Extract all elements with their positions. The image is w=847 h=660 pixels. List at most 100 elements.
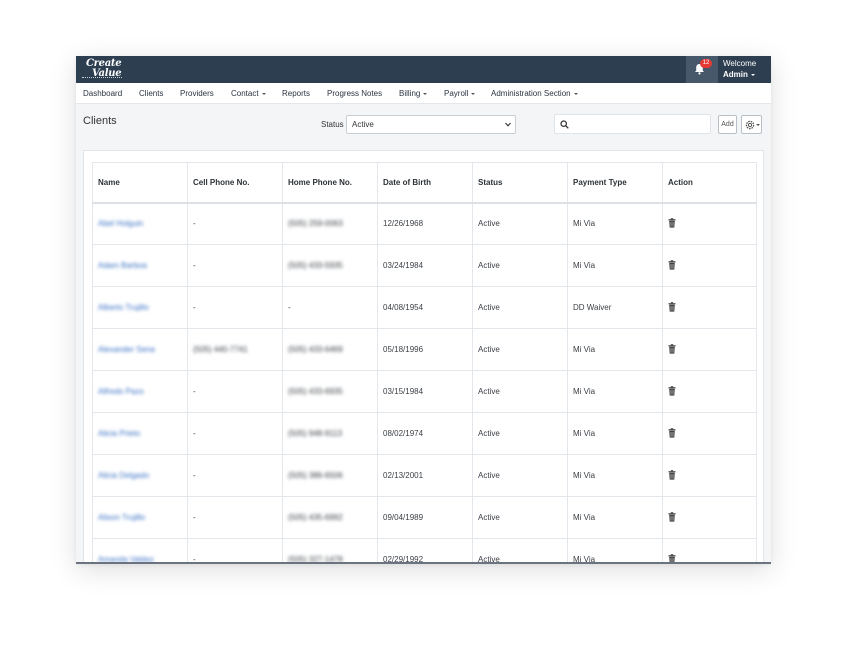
action-cell bbox=[662, 496, 757, 539]
status-cell: Active bbox=[472, 454, 568, 497]
search-input[interactable] bbox=[554, 114, 711, 134]
table-row: Alfredo Pazo - (505) 433-6935 03/15/1984 Act… bbox=[92, 370, 757, 413]
add-client-button[interactable]: Add bbox=[718, 115, 737, 134]
gear-icon bbox=[745, 120, 755, 130]
home-phone-cell: (505) 433-5935 bbox=[282, 244, 378, 287]
home-phone-cell: (505) 435-6992 bbox=[282, 496, 378, 539]
window-bottom-edge bbox=[76, 562, 771, 564]
trash-icon[interactable] bbox=[668, 301, 676, 314]
cell-phone-cell: - bbox=[187, 244, 283, 287]
chevron-down-icon bbox=[505, 122, 511, 127]
table-row: Alicia Prieto - (505) 948-9113 08/02/1974 Ac… bbox=[92, 412, 757, 455]
page-title: Clients bbox=[83, 115, 117, 127]
clients-table-card: Name Cell Phone No. Home Phone No. Date … bbox=[83, 150, 764, 564]
home-phone-cell: (505) 259-0063 bbox=[282, 202, 378, 245]
column-header-date-of-birth[interactable]: Date of Birth bbox=[377, 162, 473, 204]
status-cell: Active bbox=[472, 370, 568, 413]
chevron-down-icon bbox=[573, 93, 578, 95]
user-name-text: Admin bbox=[723, 70, 748, 79]
table-row: Alberto Trujillo - -04/08/1954 Active DD Wai… bbox=[92, 286, 757, 329]
client-name-link[interactable]: Alberto Trujillo bbox=[92, 286, 188, 329]
nav-contact-label: Contact bbox=[231, 89, 259, 98]
column-header-payment-type[interactable]: Payment Type bbox=[567, 162, 663, 204]
client-name-link[interactable]: Alicia Delgado bbox=[92, 454, 188, 497]
chevron-down-icon bbox=[750, 74, 755, 76]
client-name-link[interactable]: Adam Barboa bbox=[92, 244, 188, 287]
trash-icon[interactable] bbox=[668, 259, 676, 272]
home-phone-cell: (505) 433-6469 bbox=[282, 328, 378, 371]
top-header: Create Value 12 Welcome Admin bbox=[76, 56, 771, 83]
nav-progress-notes[interactable]: Progress Notes bbox=[327, 89, 382, 98]
nav-reports[interactable]: Reports bbox=[282, 89, 310, 98]
trash-icon[interactable] bbox=[668, 385, 676, 398]
nav-contact[interactable]: Contact bbox=[231, 89, 266, 98]
status-cell: Active bbox=[472, 412, 568, 455]
nav-clients[interactable]: Clients bbox=[139, 89, 163, 98]
settings-menu-button[interactable] bbox=[741, 115, 762, 134]
brand-logo[interactable]: Create Value bbox=[82, 58, 128, 80]
client-name-link[interactable]: Abel Holguin bbox=[92, 202, 188, 245]
trash-icon[interactable] bbox=[668, 511, 676, 524]
status-cell: Active bbox=[472, 202, 568, 245]
notification-count-badge: 12 bbox=[700, 59, 712, 68]
notifications-button[interactable]: 12 bbox=[686, 56, 718, 83]
payment-type-cell: Mi Via bbox=[567, 496, 663, 539]
trash-icon[interactable] bbox=[668, 217, 676, 230]
search-icon bbox=[560, 120, 569, 129]
date-of-birth-cell: 02/13/2001 bbox=[377, 454, 473, 497]
chevron-down-icon bbox=[471, 93, 476, 95]
status-filter-select[interactable]: Active bbox=[346, 115, 516, 134]
action-cell bbox=[662, 454, 757, 497]
client-name-link[interactable]: Alexander Sena bbox=[92, 328, 188, 371]
nav-dashboard[interactable]: Dashboard bbox=[83, 89, 122, 98]
cell-phone-cell: - bbox=[187, 286, 283, 329]
date-of-birth-cell: 02/29/1992 bbox=[377, 538, 473, 564]
payment-type-cell: Mi Via bbox=[567, 412, 663, 455]
column-header-action: Action bbox=[662, 162, 757, 204]
client-name-link[interactable]: Alison Trujillo bbox=[92, 496, 188, 539]
payment-type-cell: Mi Via bbox=[567, 370, 663, 413]
home-phone-cell: (505) 948-9113 bbox=[282, 412, 378, 455]
client-name-link[interactable]: Amanda Valdez bbox=[92, 538, 188, 564]
action-cell bbox=[662, 370, 757, 413]
column-header-status[interactable]: Status bbox=[472, 162, 568, 204]
nav-reports-label: Reports bbox=[282, 89, 311, 98]
nav-progress-notes-label: Progress Notes bbox=[327, 89, 383, 98]
user-menu[interactable]: Welcome Admin bbox=[718, 56, 764, 83]
chevron-down-icon bbox=[756, 124, 760, 126]
status-filter-value: Active bbox=[352, 120, 374, 129]
nav-billing-label: Billing bbox=[399, 89, 421, 98]
home-phone-cell: (505) 433-6935 bbox=[282, 370, 378, 413]
trash-icon[interactable] bbox=[668, 427, 676, 440]
payment-type-cell: Mi Via bbox=[567, 538, 663, 564]
table-row: Alexander Sena (505) 440-7741 (505) 433-64… bbox=[92, 328, 757, 371]
nav-billing[interactable]: Billing bbox=[399, 89, 428, 98]
table-row: Alison Trujillo - (505) 435-6992 09/04/1989… bbox=[92, 496, 757, 539]
welcome-label: Welcome bbox=[723, 59, 757, 68]
status-filter-label: Status bbox=[321, 120, 344, 129]
nav-payroll[interactable]: Payroll bbox=[444, 89, 476, 98]
trash-icon[interactable] bbox=[668, 469, 676, 482]
status-cell: Active bbox=[472, 496, 568, 539]
action-cell bbox=[662, 244, 757, 287]
table-row: Abel Holguin - (505) 259-0063 12/26/1968 Act… bbox=[92, 202, 757, 245]
cell-phone-cell: - bbox=[187, 412, 283, 455]
trash-icon[interactable] bbox=[668, 343, 676, 356]
payment-type-cell: Mi Via bbox=[567, 244, 663, 287]
action-cell bbox=[662, 538, 757, 564]
nav-providers[interactable]: Providers bbox=[180, 89, 214, 98]
nav-administration-label: Administration Section bbox=[491, 89, 571, 98]
client-name-link[interactable]: Alfredo Pazo bbox=[92, 370, 188, 413]
client-name-link[interactable]: Alicia Prieto bbox=[92, 412, 188, 455]
status-cell: Active bbox=[472, 328, 568, 371]
app-window: Create Value 12 Welcome Admin Dashboard … bbox=[76, 56, 771, 564]
table-row: Alicia Delgado - (505) 386-6506 02/13/2001 A… bbox=[92, 454, 757, 497]
date-of-birth-cell: 03/24/1984 bbox=[377, 244, 473, 287]
column-header-cell-phone[interactable]: Cell Phone No. bbox=[187, 162, 283, 204]
payment-type-cell: DD Waiver bbox=[567, 286, 663, 329]
column-header-name[interactable]: Name bbox=[92, 162, 188, 204]
date-of-birth-cell: 12/26/1968 bbox=[377, 202, 473, 245]
nav-administration[interactable]: Administration Section bbox=[491, 89, 578, 98]
status-cell: Active bbox=[472, 538, 568, 564]
column-header-home-phone[interactable]: Home Phone No. bbox=[282, 162, 378, 204]
